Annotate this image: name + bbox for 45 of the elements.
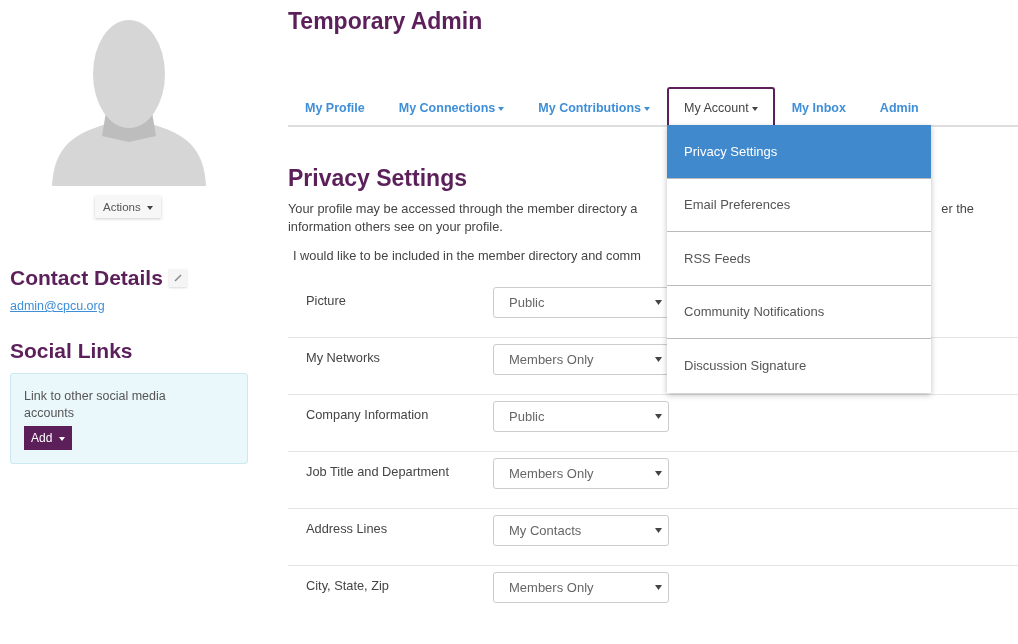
menu-item[interactable]: Discussion Signature [667,339,932,393]
dropdown-arrow-icon [655,585,662,590]
setting-label: Address Lines [306,521,389,536]
privacy-select[interactable]: Members Only [493,458,669,489]
nav-tab[interactable]: My Contributions [521,87,668,127]
privacy-select[interactable]: Public [493,401,669,432]
nav-tab[interactable]: Admin [862,87,936,127]
dropdown-arrow-icon [655,414,662,419]
email-link[interactable]: admin@cpcu.org [10,299,105,313]
nav-tab[interactable]: My Profile [288,87,382,127]
dropdown-arrow-icon [655,528,662,533]
nav-tab[interactable]: My Inbox [774,87,863,127]
intro-text: Your profile may be accessed through the member directory a [288,201,638,216]
section-heading: Privacy Settings [288,165,467,192]
caret-icon [146,205,153,210]
page-title: Temporary Admin [288,8,484,35]
setting-label: City, State, Zip [306,578,390,593]
dropdown-arrow-icon [655,300,662,305]
pencil-icon [173,274,182,282]
privacy-select[interactable]: Members Only [493,572,669,603]
section-heading: Social Links [10,339,133,363]
setting-label: Picture [306,293,347,308]
section-heading: Contact Details [10,266,163,290]
nav-tab[interactable]: My Connections [381,87,522,127]
privacy-select[interactable]: Members Only [493,344,669,375]
nav-tab[interactable]: My Account [667,87,775,127]
edit-button[interactable] [168,269,187,287]
menu-item[interactable]: Community Notifications [667,285,932,339]
panel-text: Link to other social media accounts [24,388,167,422]
actions-button[interactable]: Actions [95,196,161,218]
setting-label: My Networks [306,350,381,365]
caret-icon [58,436,65,441]
add-button[interactable]: Add [24,426,72,450]
privacy-select[interactable]: My Contacts [493,515,669,546]
intro-text: er the [941,201,974,216]
setting-label: Job Title and Department [306,464,450,479]
menu-item[interactable]: Privacy Settings [667,125,932,179]
menu-item[interactable]: RSS Feeds [667,232,932,286]
dropdown-arrow-icon [655,471,662,476]
dropdown-arrow-icon [655,357,662,362]
directory-text: I would like to be included in the member directory and comm [293,248,641,263]
privacy-select[interactable]: Public [493,287,669,318]
intro-text: information others see on your profile. [288,219,503,234]
setting-label: Company Information [306,407,430,422]
menu-item[interactable]: Email Preferences [667,178,932,232]
